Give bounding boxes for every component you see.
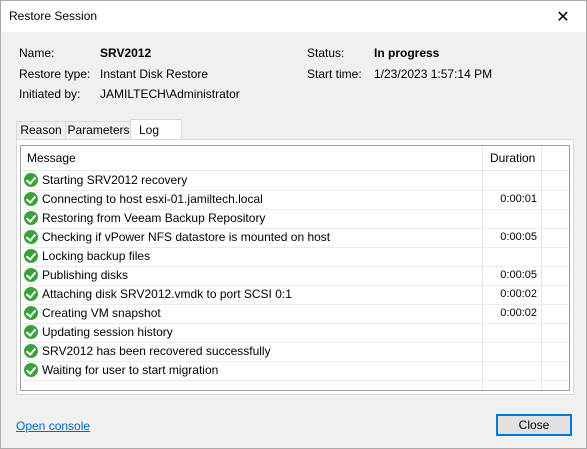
- table-row[interactable]: Checking if vPower NFS datastore is moun…: [21, 228, 569, 248]
- success-check-icon: [24, 363, 38, 377]
- log-duration: 0:00:02: [500, 288, 537, 300]
- name-label: Name:: [19, 46, 55, 60]
- log-table[interactable]: Message Duration Starting SRV2012 recove…: [20, 145, 570, 391]
- table-row[interactable]: Updating session history: [21, 323, 569, 343]
- success-check-icon: [24, 325, 38, 339]
- start-time-value: 1/23/2023 1:57:14 PM: [374, 67, 493, 81]
- title-bar: Restore Session ✕: [1, 1, 586, 32]
- log-message: Updating session history: [42, 325, 173, 339]
- open-console-link[interactable]: Open console: [16, 419, 90, 433]
- log-message: Creating VM snapshot: [42, 306, 161, 320]
- table-row[interactable]: Starting SRV2012 recovery: [21, 171, 569, 191]
- success-check-icon: [24, 287, 38, 301]
- tab-parameters[interactable]: Parameters: [65, 121, 132, 139]
- log-message: Checking if vPower NFS datastore is moun…: [42, 230, 331, 244]
- table-row[interactable]: Connecting to host esxi-01.jamiltech.loc…: [21, 190, 569, 210]
- restore-type-value: Instant Disk Restore: [100, 67, 209, 81]
- success-check-icon: [24, 306, 38, 320]
- success-check-icon: [24, 211, 38, 225]
- table-row[interactable]: Publishing disks 0:00:05: [21, 266, 569, 286]
- status-value: In progress: [374, 46, 440, 60]
- success-check-icon: [24, 230, 38, 244]
- restore-session-window: Restore Session ✕ Name: SRV2012 Restore …: [0, 0, 587, 449]
- table-row[interactable]: SRV2012 has been recovered successfully: [21, 342, 569, 362]
- close-window-icon[interactable]: ✕: [540, 1, 586, 32]
- table-row[interactable]: Creating VM snapshot 0:00:02: [21, 304, 569, 324]
- table-row[interactable]: Waiting for user to start migration: [21, 361, 569, 381]
- window-title: Restore Session: [9, 9, 98, 23]
- success-check-icon: [24, 268, 38, 282]
- log-message: Restoring from Veeam Backup Repository: [42, 211, 266, 225]
- tab-log[interactable]: Log: [130, 119, 182, 139]
- message-column-header[interactable]: Message: [27, 151, 76, 165]
- initiated-by-value: JAMILTECH\Administrator: [100, 87, 240, 101]
- table-row[interactable]: Locking backup files: [21, 247, 569, 267]
- log-message: Locking backup files: [42, 249, 151, 263]
- log-message: Connecting to host esxi-01.jamiltech.loc…: [42, 192, 263, 206]
- log-duration: 0:00:01: [500, 193, 537, 205]
- table-row[interactable]: Restoring from Veeam Backup Repository: [21, 209, 569, 229]
- duration-column-header[interactable]: Duration: [490, 151, 535, 165]
- table-row[interactable]: Attaching disk SRV2012.vmdk to port SCSI…: [21, 285, 569, 305]
- log-table-header: Message Duration: [21, 146, 569, 171]
- log-duration: 0:00:05: [500, 269, 537, 281]
- log-panel: Message Duration Starting SRV2012 recove…: [16, 139, 574, 395]
- status-label: Status:: [307, 46, 345, 60]
- log-message: Attaching disk SRV2012.vmdk to port SCSI…: [42, 287, 292, 301]
- success-check-icon: [24, 249, 38, 263]
- restore-type-label: Restore type:: [19, 67, 91, 81]
- log-message: Starting SRV2012 recovery: [42, 173, 188, 187]
- log-duration: 0:00:02: [500, 307, 537, 319]
- success-check-icon: [24, 173, 38, 187]
- close-button[interactable]: Close: [496, 414, 572, 436]
- log-duration: 0:00:05: [500, 231, 537, 243]
- start-time-label: Start time:: [307, 67, 362, 81]
- success-check-icon: [24, 344, 38, 358]
- log-message: Publishing disks: [42, 268, 129, 282]
- log-message: SRV2012 has been recovered successfully: [42, 344, 271, 358]
- tab-reason[interactable]: Reason: [16, 121, 66, 139]
- success-check-icon: [24, 192, 38, 206]
- log-message: Waiting for user to start migration: [42, 363, 219, 377]
- name-value: SRV2012: [100, 46, 152, 60]
- initiated-by-label: Initiated by:: [19, 87, 81, 101]
